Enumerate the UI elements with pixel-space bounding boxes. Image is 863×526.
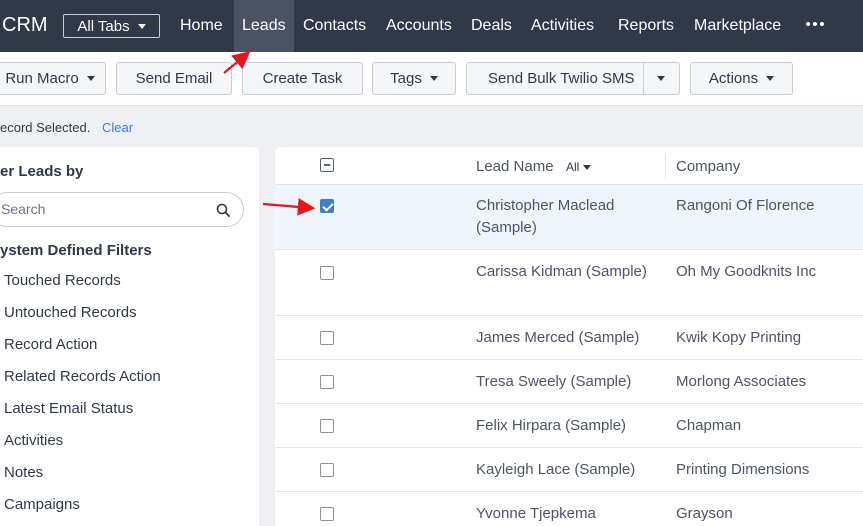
filter-item-untouched-records[interactable]: Untouched Records — [4, 304, 137, 321]
column-header-lead-name[interactable]: Lead Name — [476, 158, 554, 175]
row-checkbox[interactable] — [320, 266, 334, 280]
company-cell: Printing Dimensions — [676, 461, 810, 478]
nav-leads[interactable]: Leads — [234, 0, 294, 52]
send-email-button[interactable]: Send Email — [116, 62, 232, 95]
row-checkbox[interactable] — [320, 375, 334, 389]
chevron-down-icon — [137, 23, 146, 29]
filter-item-touched-records[interactable]: Touched Records — [4, 272, 121, 289]
leads-table: Lead Name All Company Christopher Maclea… — [275, 147, 863, 526]
system-filters-heading: ystem Defined Filters — [0, 242, 152, 259]
chevron-down-icon — [583, 164, 592, 170]
row-checkbox[interactable] — [320, 507, 334, 521]
table-row[interactable]: Tresa Sweely (Sample) Morlong Associates — [275, 360, 863, 404]
lead-name-cell[interactable]: Kayleigh Lace (Sample) — [476, 459, 656, 481]
company-cell: Grayson — [676, 505, 733, 522]
filter-search-box[interactable] — [0, 192, 244, 227]
top-navigation: CRM All Tabs Home Leads Contacts Account… — [0, 0, 863, 52]
row-checkbox[interactable] — [320, 331, 334, 345]
more-dots-icon[interactable] — [806, 22, 824, 26]
nav-reports[interactable]: Reports — [618, 0, 674, 52]
company-cell: Morlong Associates — [676, 373, 807, 390]
tags-label: Tags — [390, 70, 422, 87]
actions-button[interactable]: Actions — [690, 62, 793, 95]
chevron-down-icon[interactable] — [657, 76, 665, 81]
selection-count-text: ecord Selected. — [0, 120, 91, 135]
chevron-down-icon — [429, 76, 438, 81]
filter-item-campaigns[interactable]: Campaigns — [4, 496, 80, 513]
lead-name-filter-dropdown[interactable]: All — [566, 160, 592, 174]
actions-label: Actions — [708, 70, 759, 87]
company-cell: Chapman — [676, 417, 742, 434]
nav-accounts[interactable]: Accounts — [386, 0, 452, 52]
send-bulk-sms-button[interactable]: Send Bulk Twilio SMS — [466, 62, 680, 95]
nav-deals[interactable]: Deals — [471, 0, 512, 52]
lead-name-cell[interactable]: Christopher Maclead (Sample) — [476, 195, 656, 239]
table-row[interactable]: Felix Hirpara (Sample) Chapman — [275, 404, 863, 448]
select-all-checkbox[interactable] — [320, 158, 334, 172]
send-email-label: Send Email — [135, 70, 213, 87]
crm-brand[interactable]: CRM — [2, 14, 48, 37]
split-divider — [643, 63, 644, 94]
action-toolbar: Run Macro Send Email Create Task Tags Se… — [0, 52, 863, 106]
chevron-down-icon — [86, 76, 95, 81]
filter-item-activities[interactable]: Activities — [4, 432, 63, 449]
lead-name-cell[interactable]: Felix Hirpara (Sample) — [476, 415, 656, 437]
run-macro-button[interactable]: Run Macro — [0, 62, 106, 95]
nav-home[interactable]: Home — [180, 0, 223, 52]
lead-name-cell[interactable]: James Merced (Sample) — [476, 327, 656, 349]
table-row[interactable]: Kayleigh Lace (Sample) Printing Dimensio… — [275, 448, 863, 492]
filter-item-notes[interactable]: Notes — [4, 464, 43, 481]
table-row[interactable]: Yvonne Tjepkema (Sample) Grayson — [275, 492, 863, 526]
search-icon[interactable] — [216, 203, 230, 217]
table-header: Lead Name All Company — [275, 147, 863, 185]
table-row[interactable]: James Merced (Sample) Kwik Kopy Printing — [275, 316, 863, 360]
company-cell: Oh My Goodknits Inc — [676, 263, 817, 280]
lead-name-cell[interactable]: Carissa Kidman (Sample) — [476, 261, 656, 283]
filter-item-record-action[interactable]: Record Action — [4, 336, 97, 353]
row-checkbox[interactable] — [320, 463, 334, 477]
filter-panel-title: er Leads by — [0, 163, 84, 180]
filter-item-related-records-action[interactable]: Related Records Action — [4, 368, 161, 385]
company-cell: Rangoni Of Florence — [676, 197, 815, 214]
create-task-button[interactable]: Create Task — [242, 62, 363, 95]
all-tabs-dropdown[interactable]: All Tabs — [63, 14, 160, 38]
table-row[interactable]: Christopher Maclead (Sample) Rangoni Of … — [275, 185, 863, 250]
run-macro-label: Run Macro — [5, 70, 79, 87]
lead-name-cell[interactable]: Yvonne Tjepkema (Sample) — [476, 503, 656, 526]
nav-marketplace[interactable]: Marketplace — [694, 0, 781, 52]
selection-bar: ecord Selected. Clear — [0, 107, 863, 147]
create-task-label: Create Task — [262, 70, 343, 87]
chevron-down-icon — [766, 76, 775, 81]
filter-search-input[interactable] — [1, 201, 201, 217]
row-checkbox[interactable] — [320, 419, 334, 433]
nav-activities[interactable]: Activities — [531, 0, 594, 52]
filter-item-latest-email-status[interactable]: Latest Email Status — [4, 400, 133, 417]
company-cell: Kwik Kopy Printing — [676, 329, 802, 346]
filter-panel: er Leads by ystem Defined Filters Touche… — [0, 147, 259, 526]
table-row[interactable]: Carissa Kidman (Sample) Oh My Goodknits … — [275, 250, 863, 316]
row-checkbox[interactable] — [320, 199, 334, 213]
send-bulk-sms-label: Send Bulk Twilio SMS — [488, 70, 635, 87]
nav-contacts[interactable]: Contacts — [303, 0, 366, 52]
tags-button[interactable]: Tags — [372, 62, 456, 95]
column-divider[interactable] — [665, 153, 666, 179]
clear-selection-link[interactable]: Clear — [102, 120, 133, 135]
all-tabs-label: All Tabs — [77, 17, 130, 35]
lead-name-cell[interactable]: Tresa Sweely (Sample) — [476, 371, 656, 393]
lead-name-filter-label: All — [566, 160, 580, 174]
column-header-company[interactable]: Company — [676, 158, 740, 175]
